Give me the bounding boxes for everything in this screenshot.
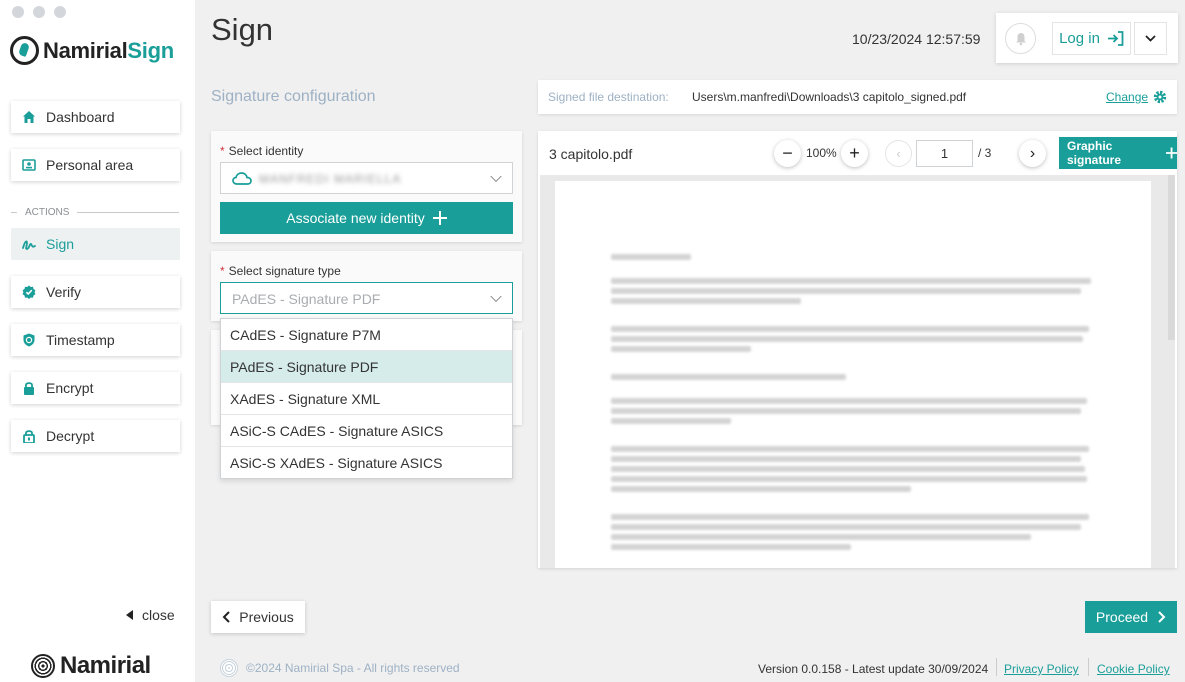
- signature-type-value: PAdES - Signature PDF: [232, 291, 381, 307]
- chevron-down-icon: [490, 290, 502, 303]
- sidebar-item-sign[interactable]: Sign: [11, 228, 180, 260]
- chevron-left-icon: [222, 611, 230, 623]
- sidebar-close-label: close: [142, 607, 175, 623]
- notification-bell-button[interactable]: [1005, 23, 1036, 54]
- window-minimize-dot[interactable]: [33, 6, 45, 18]
- page-total: / 3: [978, 146, 992, 160]
- document-scrollbar[interactable]: [1168, 175, 1175, 340]
- bell-icon: [1015, 32, 1026, 45]
- login-arrow-icon: [1107, 31, 1124, 46]
- window-maximize-dot[interactable]: [54, 6, 66, 18]
- unlock-icon: [22, 429, 36, 443]
- identity-label: * Select identity: [220, 144, 304, 158]
- option-pades[interactable]: PAdES - Signature PDF: [221, 351, 512, 383]
- previous-button[interactable]: Previous: [211, 601, 305, 633]
- option-xades[interactable]: XAdES - Signature XML: [221, 383, 512, 415]
- zoom-level: 100%: [806, 146, 837, 160]
- destination-path: Users\m.manfredi\Downloads\3 capitolo_si…: [692, 90, 967, 104]
- login-button[interactable]: Log in: [1052, 22, 1131, 55]
- plus-icon: [432, 211, 447, 225]
- app-logo-text: NamirialSign: [43, 37, 174, 63]
- identity-value: MANFREDI MARIELLA: [259, 172, 402, 186]
- identity-select[interactable]: MANFREDI MARIELLA: [220, 162, 513, 194]
- actions-section-label: ACTIONS: [11, 207, 179, 218]
- zoom-out-button[interactable]: −: [774, 140, 801, 167]
- minus-icon: −: [782, 143, 793, 163]
- sidebar-item-label: Personal area: [46, 157, 134, 173]
- sidebar-close-button[interactable]: close: [126, 607, 175, 623]
- sidebar-item-encrypt[interactable]: Encrypt: [11, 372, 180, 404]
- sidebar-item-personal-area[interactable]: Personal area: [11, 149, 180, 181]
- page-number-input[interactable]: 1: [916, 140, 973, 167]
- chevron-right-icon: ›: [1029, 144, 1036, 162]
- signature-type-label: * Select signature type: [220, 264, 341, 278]
- chevron-right-icon: [1158, 611, 1166, 623]
- sidebar-item-verify[interactable]: Verify: [11, 276, 180, 308]
- page-title: Sign: [211, 12, 274, 47]
- user-menu-dropdown-button[interactable]: [1134, 22, 1167, 55]
- signed-file-destination-bar: Signed file destination: Users\m.manfred…: [538, 80, 1177, 114]
- chevron-down-icon: [1145, 35, 1156, 42]
- signature-configuration-title: Signature configuration: [211, 88, 376, 105]
- sidebar-item-label: Encrypt: [46, 380, 94, 396]
- signature-type-select[interactable]: PAdES - Signature PDF: [220, 282, 513, 314]
- sidebar-item-decrypt[interactable]: Decrypt: [11, 420, 180, 452]
- chevron-left-icon: ‹: [896, 146, 901, 161]
- document-page: [555, 181, 1151, 568]
- footer-logo: Namirial: [31, 652, 151, 680]
- caret-left-icon: [126, 607, 134, 623]
- file-name: 3 capitolo.pdf: [549, 146, 633, 162]
- version-info: Version 0.0.158 - Latest update 30/09/20…: [758, 662, 989, 676]
- cloud-icon: [232, 172, 252, 185]
- change-destination-link[interactable]: Change: [1106, 90, 1167, 104]
- window-close-dot[interactable]: [12, 6, 24, 18]
- sidebar-item-label: Decrypt: [46, 428, 95, 444]
- option-cades[interactable]: CAdES - Signature P7M: [221, 319, 512, 351]
- copyright: ©2024 Namirial Spa - All rights reserved: [220, 659, 460, 677]
- home-icon: [22, 110, 36, 124]
- privacy-policy-link[interactable]: Privacy Policy: [1004, 662, 1079, 676]
- app-logo: NamirialSign: [10, 36, 174, 65]
- sidebar-item-dashboard[interactable]: Dashboard: [11, 101, 180, 133]
- header-datetime: 10/23/2024 12:57:59: [852, 31, 981, 47]
- next-page-button[interactable]: ›: [1019, 140, 1046, 167]
- proceed-button[interactable]: Proceed: [1085, 601, 1177, 633]
- previous-page-button[interactable]: ‹: [885, 140, 912, 167]
- signature-icon: [22, 237, 36, 251]
- login-label: Log in: [1059, 30, 1100, 47]
- graphic-signature-button[interactable]: Graphic signature: [1059, 137, 1177, 169]
- plus-icon: [1165, 147, 1177, 159]
- sidebar-item-label: Verify: [46, 284, 82, 300]
- sidebar-item-label: Dashboard: [46, 109, 115, 125]
- namirial-mark-icon: [31, 654, 55, 678]
- associate-new-identity-button[interactable]: Associate new identity: [220, 202, 513, 234]
- user-box: Log in: [996, 13, 1178, 63]
- pdf-viewer: 3 capitolo.pdf − 100% + ‹ 1 / 3 › Graphi…: [538, 131, 1177, 568]
- sidebar-item-label: Sign: [46, 236, 75, 252]
- id-card-icon: [22, 158, 36, 172]
- lock-icon: [22, 381, 36, 395]
- option-asic-cades[interactable]: ASiC-S CAdES - Signature ASICS: [221, 415, 512, 447]
- associate-label: Associate new identity: [286, 210, 425, 226]
- namirial-logo-icon: [10, 36, 39, 65]
- plus-icon: +: [849, 143, 860, 163]
- sidebar: NamirialSign Dashboard Personal area ACT…: [0, 0, 195, 682]
- zoom-in-button[interactable]: +: [841, 140, 868, 167]
- footer-divider: [996, 658, 997, 676]
- footer-divider: [1088, 658, 1089, 676]
- namirial-mark-icon: [220, 659, 238, 677]
- signature-type-card: * Select signature type PAdES - Signature…: [211, 251, 522, 321]
- option-asic-xades[interactable]: ASiC-S XAdES - Signature ASICS: [221, 447, 512, 479]
- identity-card: * Select identity MANFREDI MARIELLA Assoc…: [211, 131, 522, 242]
- sidebar-item-timestamp[interactable]: Timestamp: [11, 324, 180, 356]
- shield-clock-icon: [22, 333, 36, 347]
- gear-icon: [1153, 90, 1167, 104]
- verified-badge-icon: [22, 285, 36, 299]
- document-preview-area[interactable]: [540, 175, 1175, 568]
- cookie-policy-link[interactable]: Cookie Policy: [1097, 662, 1170, 676]
- sidebar-item-label: Timestamp: [46, 332, 115, 348]
- chevron-down-icon: [490, 170, 502, 183]
- signature-type-options-list: CAdES - Signature P7M PAdES - Signature …: [220, 318, 513, 479]
- destination-label: Signed file destination:: [548, 90, 669, 104]
